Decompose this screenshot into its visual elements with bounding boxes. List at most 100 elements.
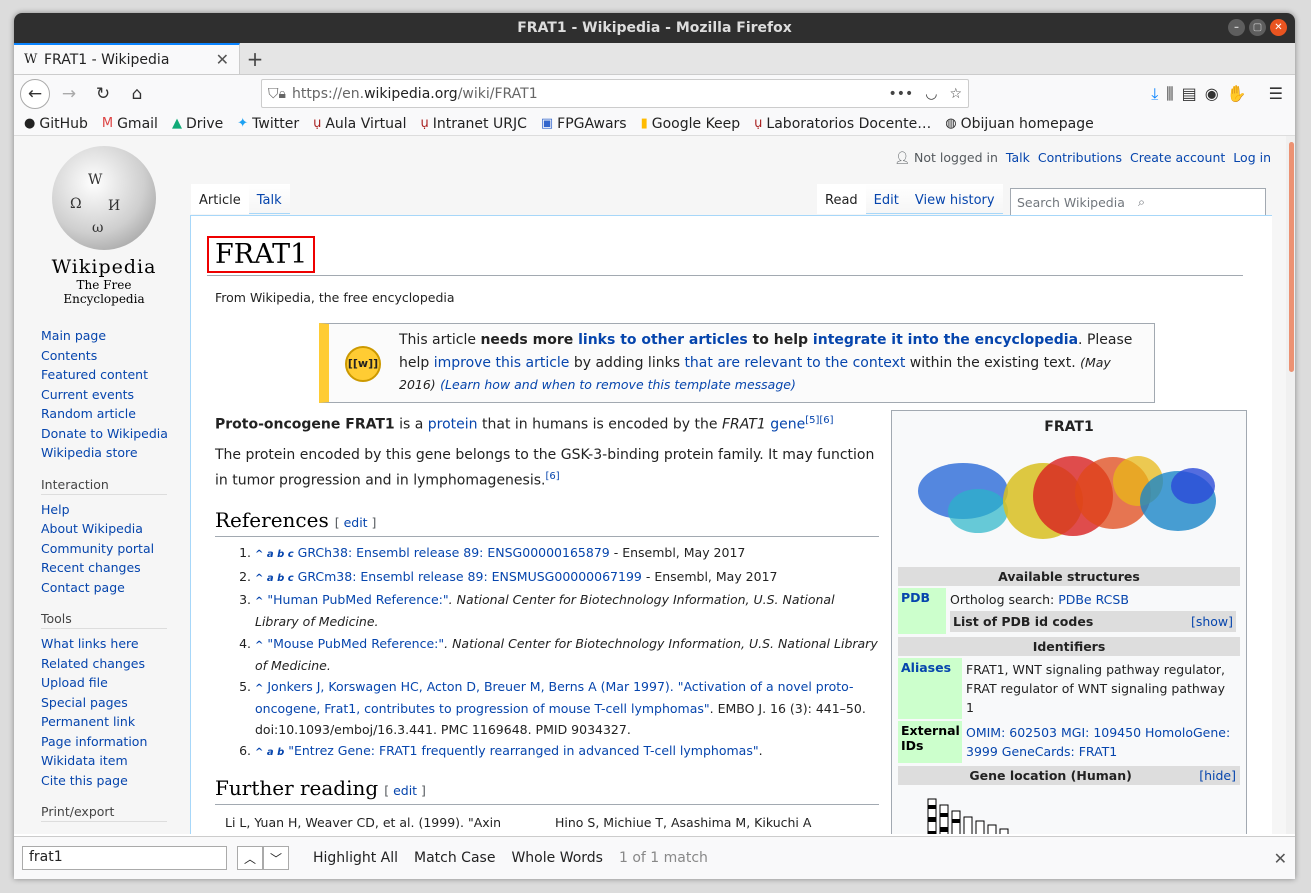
page-actions-icon[interactable]: •••	[888, 86, 913, 102]
sidebar-item-current-events[interactable]: Current events	[41, 385, 191, 405]
create-account-link[interactable]: Create account	[1130, 150, 1225, 166]
close-tab-icon[interactable]: ✕	[216, 50, 229, 69]
sidebar-item-upload[interactable]: Upload file	[41, 673, 191, 693]
reference-link[interactable]: "Human PubMed Reference:"	[267, 592, 448, 607]
sidebar-item-cite[interactable]: Cite this page	[41, 771, 191, 791]
menu-icon[interactable]: ☰	[1269, 84, 1283, 104]
download-icon[interactable]: ⤓	[1151, 84, 1158, 104]
show-link[interactable]: [show]	[1191, 612, 1233, 631]
external-ids-value[interactable]: OMIM: 602503 MGI: 109450 HomoloGene: 399…	[962, 721, 1240, 763]
forward-button[interactable]: →	[54, 79, 84, 109]
shield-icon[interactable]: ⛉	[268, 86, 279, 102]
whole-words-toggle[interactable]: Whole Words	[511, 850, 603, 866]
sidebar-item-contents[interactable]: Contents	[41, 346, 191, 366]
maximize-button[interactable]: ▢	[1249, 19, 1266, 36]
notice-link-improve[interactable]: improve this article	[434, 355, 570, 371]
sidebar-item-community[interactable]: Community portal	[41, 539, 191, 559]
chromosome-ideogram[interactable]	[898, 791, 1240, 834]
bookmark-intranet[interactable]: ụ Intranet URJC	[420, 116, 526, 132]
login-link[interactable]: Log in	[1233, 150, 1271, 166]
sidebar-item-wikidata[interactable]: Wikidata item	[41, 751, 191, 771]
notice-link-other-articles[interactable]: links to other articles	[578, 332, 748, 348]
lock-icon[interactable]: 🔒︎	[279, 86, 286, 102]
scrollbar-thumb[interactable]	[1289, 142, 1294, 372]
hide-link[interactable]: [hide]	[1199, 768, 1236, 783]
sidebar-item-page-info[interactable]: Page information	[41, 732, 191, 752]
reference-link[interactable]: "Mouse PubMed Reference:"	[267, 636, 444, 651]
search-input[interactable]: Search Wikipedia ⌕	[1010, 188, 1266, 216]
protein-structure-image[interactable]	[898, 441, 1240, 559]
sidebar-item-random[interactable]: Random article	[41, 404, 191, 424]
reference-link[interactable]: "Entrez Gene: FRAT1 frequently rearrange…	[288, 743, 758, 758]
pdbe-rcsb-link[interactable]: PDBe RCSB	[1058, 592, 1129, 607]
new-tab-button[interactable]: +	[240, 43, 270, 74]
sidebar-item-featured[interactable]: Featured content	[41, 365, 191, 385]
gene-link[interactable]: gene	[770, 417, 805, 433]
wikipedia-logo[interactable]: WΩИω Wikipedia The Free Encyclopedia	[44, 146, 164, 306]
back-button[interactable]: ←	[20, 78, 50, 109]
sidebar-item-store[interactable]: Wikipedia store	[41, 443, 191, 463]
pocket-icon[interactable]: ◡	[925, 86, 937, 102]
talk-link[interactable]: Talk	[1006, 150, 1030, 166]
url-bar[interactable]: ⛉ 🔒︎ https://en.wikipedia.org/wiki/FRAT1…	[261, 79, 969, 108]
sidebar-item-help[interactable]: Help	[41, 500, 191, 520]
close-window-button[interactable]: ✕	[1270, 19, 1287, 36]
reference-item: ^ a b "Entrez Gene: FRAT1 frequently rea…	[255, 741, 879, 763]
sidebar-item-main-page[interactable]: Main page	[41, 326, 191, 346]
bookmark-fpgawars[interactable]: ▣ FPGAwars	[541, 116, 627, 132]
citation-6[interactable]: [6]	[545, 471, 559, 482]
sidebar-item-permanent[interactable]: Permanent link	[41, 712, 191, 732]
bookmark-laboratorios[interactable]: ụ Laboratorios Docente…	[754, 116, 931, 132]
notice-link-context[interactable]: that are relevant to the context	[684, 355, 905, 371]
edit-references-link[interactable]: edit	[344, 515, 368, 530]
tab-frat1[interactable]: W FRAT1 - Wikipedia ✕	[14, 43, 240, 74]
aliases-label[interactable]: Aliases	[898, 658, 962, 719]
find-previous-button[interactable]: ︿	[237, 846, 263, 870]
tab-article[interactable]: Article	[191, 184, 249, 214]
sidebar-item-recent-changes[interactable]: Recent changes	[41, 558, 191, 578]
sidebar-item-special[interactable]: Special pages	[41, 693, 191, 713]
url-text[interactable]: https://en.wikipedia.org/wiki/FRAT1	[292, 86, 888, 102]
sidebar-item-about[interactable]: About Wikipedia	[41, 519, 191, 539]
bookmark-obijuan[interactable]: ◍ Obijuan homepage	[945, 116, 1093, 132]
reference-link[interactable]: GRCm38: Ensembl release 89: ENSMUSG00000…	[298, 569, 642, 584]
sidebar-icon[interactable]: ▤	[1182, 84, 1197, 104]
protein-link[interactable]: protein	[428, 417, 478, 433]
minimize-button[interactable]: –	[1228, 19, 1245, 36]
bookmark-gmail[interactable]: M Gmail	[102, 116, 158, 132]
bookmark-drive[interactable]: ▲ Drive	[172, 116, 223, 132]
sidebar-item-related[interactable]: Related changes	[41, 654, 191, 674]
edit-further-link[interactable]: edit	[393, 783, 417, 798]
highlight-all-toggle[interactable]: Highlight All	[313, 850, 398, 866]
find-next-button[interactable]: ﹀	[263, 846, 289, 870]
bookmark-aula-virtual[interactable]: ụ Aula Virtual	[313, 116, 406, 132]
sidebar-item-what-links[interactable]: What links here	[41, 634, 191, 654]
extension-icon[interactable]: ✋	[1227, 84, 1247, 104]
scrollbar[interactable]	[1286, 136, 1295, 834]
notice-link-integrate[interactable]: integrate it into the encyclopedia	[813, 332, 1078, 348]
sidebar-item-contact[interactable]: Contact page	[41, 578, 191, 598]
contributions-link[interactable]: Contributions	[1038, 150, 1122, 166]
bookmark-github[interactable]: ● GitHub	[24, 116, 88, 132]
close-find-icon[interactable]: ✕	[1274, 849, 1287, 868]
find-input[interactable]: frat1	[22, 846, 227, 870]
notice-link-learn[interactable]: (Learn how and when to remove this templ…	[440, 377, 796, 392]
citation-5-6[interactable]: [5][6]	[805, 415, 833, 426]
tab-edit[interactable]: Edit	[865, 184, 907, 214]
user-tools: 👤︎ Not logged in Talk Contributions Crea…	[894, 150, 1271, 166]
library-icon[interactable]: ⫼	[1166, 84, 1173, 104]
match-case-toggle[interactable]: Match Case	[414, 850, 495, 866]
tab-talk[interactable]: Talk	[248, 184, 290, 214]
tab-view-history[interactable]: View history	[906, 184, 1003, 214]
bookmark-star-icon[interactable]: ☆	[949, 86, 962, 102]
home-button[interactable]: ⌂	[122, 79, 152, 109]
pdb-label[interactable]: PDB	[898, 588, 946, 634]
tab-read[interactable]: Read	[817, 184, 866, 214]
reference-link[interactable]: GRCh38: Ensembl release 89: ENSG00000165…	[298, 545, 610, 560]
bookmark-twitter[interactable]: ✦ Twitter	[237, 116, 299, 132]
sidebar-item-donate[interactable]: Donate to Wikipedia	[41, 424, 191, 444]
bookmark-google-keep[interactable]: ▮ Google Keep	[641, 116, 741, 132]
account-icon[interactable]: ◉	[1205, 84, 1219, 104]
search-icon[interactable]: ⌕	[1138, 194, 1259, 210]
reload-button[interactable]: ↻	[88, 79, 118, 109]
